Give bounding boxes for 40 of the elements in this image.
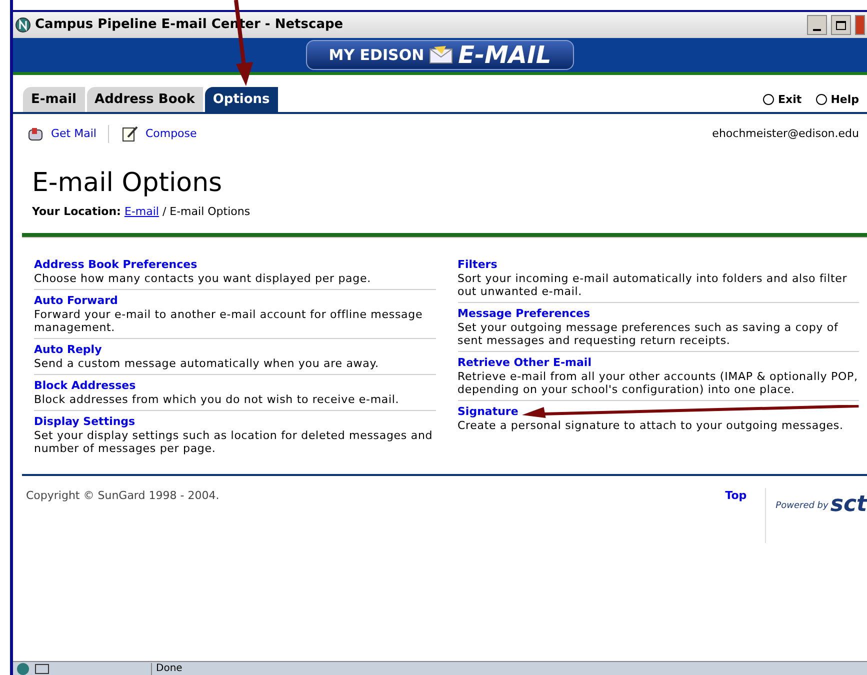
breadcrumb: Your Location: E-mail / E-mail Options xyxy=(32,204,252,220)
option-description: Choose how many contacts you want displayed per page. xyxy=(34,272,372,284)
help-link[interactable]: Help xyxy=(816,92,859,108)
mail-icon[interactable] xyxy=(35,664,49,674)
top-link[interactable]: Top xyxy=(725,488,765,542)
minimize-button[interactable] xyxy=(807,15,827,35)
option-link[interactable]: Auto Forward xyxy=(34,294,118,308)
option-link[interactable]: Display Settings xyxy=(34,414,136,428)
option-description: Block addresses from which you do not wish to receive e-mail. xyxy=(34,392,400,406)
get-mail-link[interactable]: Get Mail xyxy=(27,125,110,143)
tab[interactable]: Options xyxy=(204,87,278,112)
option-description: Retrieve e-mail from all your other accounts (IMAP & optionally POP, depending on your school's configuration) into one place. xyxy=(458,370,859,396)
status-text: Done xyxy=(151,662,182,674)
copyright: Copyright © SunGard 1998 - 2004. xyxy=(26,488,220,504)
option-description: Create a personal signature to attach to your outgoing messages. xyxy=(458,418,844,432)
option-description: Set your display settings such as location for deleted messages and number of messages per page. xyxy=(34,428,434,454)
option-description: Sort your incoming e-mail automatically into folders and also filter out unwanted e-mail. xyxy=(458,272,848,298)
app-icon xyxy=(15,17,31,33)
option-link[interactable]: Retrieve Other E-mail xyxy=(458,356,592,370)
compose-link[interactable]: Compose xyxy=(109,125,197,143)
option-link[interactable]: Signature xyxy=(458,404,518,418)
option-description: Send a custom message automatically when you are away. xyxy=(34,356,380,370)
exit-link[interactable]: Exit xyxy=(763,92,802,108)
tab[interactable]: E-mail xyxy=(23,87,85,112)
option-description: Forward your e-mail to another e-mail account for offline message management. xyxy=(34,308,424,334)
browser-icon[interactable] xyxy=(17,662,29,674)
option-link[interactable]: Address Book Preferences xyxy=(34,258,198,272)
page-title: E-mail Options xyxy=(32,168,224,198)
option-description: Set your outgoing message preferences such as saving a copy of sent messages and requesting return receipts. xyxy=(458,320,840,346)
option-link[interactable]: Message Preferences xyxy=(458,306,590,320)
tab[interactable]: Address Book xyxy=(86,87,203,112)
breadcrumb-link[interactable]: E-mail xyxy=(124,205,159,218)
mailbox-icon xyxy=(27,125,45,143)
option-link[interactable]: Block Addresses xyxy=(34,378,136,392)
pencil-icon xyxy=(121,125,140,143)
user-email: ehochmeister@edison.edu xyxy=(712,126,859,142)
maximize-button[interactable] xyxy=(831,15,851,35)
option-link[interactable]: Filters xyxy=(458,258,498,272)
logo: MY EDISON E-MAIL xyxy=(306,40,574,70)
option-link[interactable]: Auto Reply xyxy=(34,342,102,356)
